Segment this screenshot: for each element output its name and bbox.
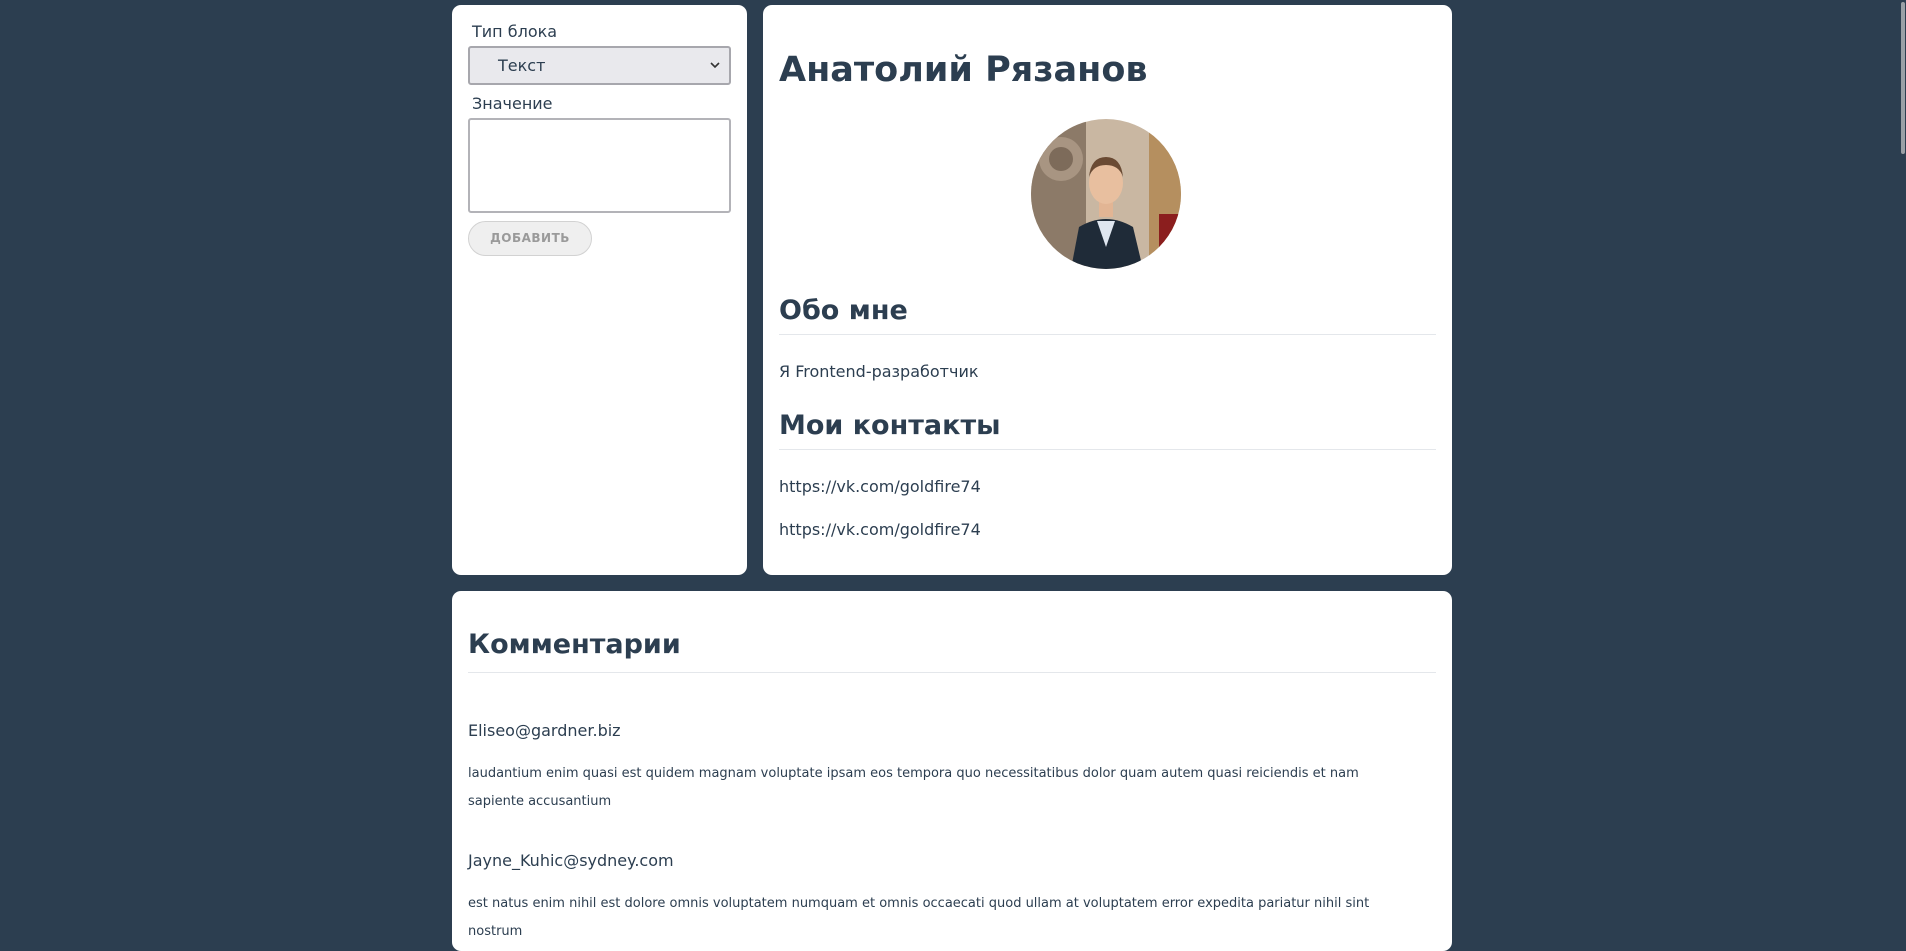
comment-body: laudantium enim quasi est quidem magnam … [468,766,1359,809]
block-form-card: Тип блока Текст Значение ДОБАВИТЬ [452,5,747,575]
comment-author: Eliseo@gardner.biz [468,721,621,740]
contacts-title: Мои контакты [779,410,1001,441]
about-title: Обо мне [779,295,908,326]
value-label: Значение [472,94,553,113]
profile-card: Анатолий Рязанов Обо мне Я Frontend-разр… [763,5,1452,575]
comment-author: Jayne_Kuhic@sydney.com [468,851,674,870]
contact-link[interactable]: https://vk.com/goldfire74 [779,477,981,496]
avatar [1031,119,1181,269]
block-type-label: Тип блока [472,22,558,41]
value-textarea[interactable] [468,118,731,213]
scrollbar-thumb[interactable] [1901,2,1905,154]
divider [468,672,1436,673]
divider [779,449,1436,450]
add-button[interactable]: ДОБАВИТЬ [468,221,592,256]
about-text: Я Frontend-разработчик [779,362,979,381]
contact-link[interactable]: https://vk.com/goldfire74 [779,520,981,539]
comments-title: Комментарии [468,629,681,660]
block-type-select[interactable]: Текст [468,46,731,85]
chevron-down-icon [710,62,720,69]
comment-body: est natus enim nihil est dolore omnis vo… [468,896,1370,939]
block-type-select-value: Текст [498,56,546,75]
person-photo-icon [1031,119,1181,269]
divider [779,334,1436,335]
profile-name: Анатолий Рязанов [779,50,1148,90]
page-scrollbar[interactable] [1900,0,1906,920]
comments-card: Комментарии Eliseo@gardner.biz laudantiu… [452,591,1452,951]
